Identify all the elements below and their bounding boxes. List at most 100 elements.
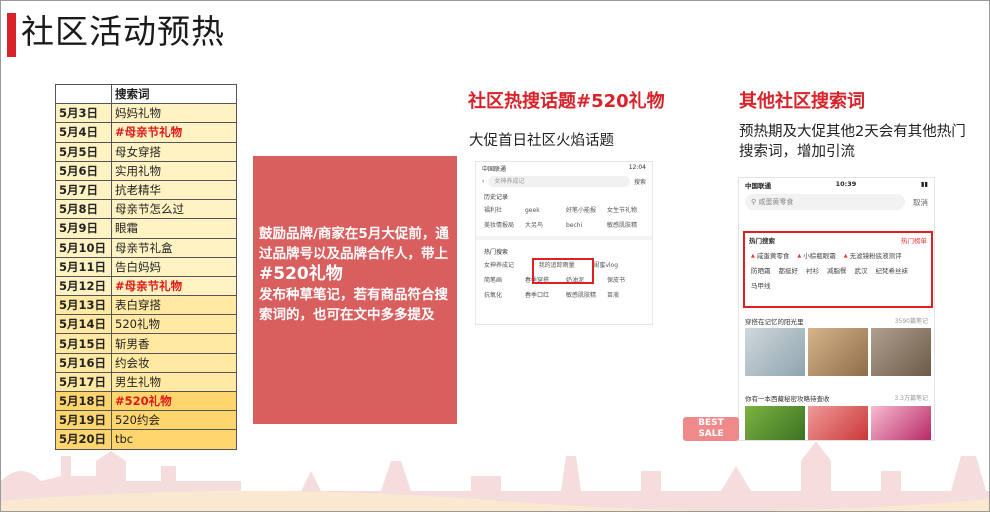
- back-icon[interactable]: ‹: [482, 178, 484, 185]
- keyword-cell: 实用礼物: [111, 160, 237, 181]
- table-row: 5月14日 520礼物: [55, 314, 237, 335]
- hot-search-label: 热门搜索: [749, 237, 775, 245]
- thumbnail-image[interactable]: [745, 406, 805, 440]
- hot-search-tag[interactable]: 都挺好: [779, 265, 799, 275]
- hot-item[interactable]: 女神养成记: [484, 260, 535, 271]
- history-item[interactable]: bechi: [566, 220, 603, 231]
- hot-item[interactable]: 保皮书: [607, 275, 644, 286]
- other-search-desc: 预热期及大促其他2天会有其他热门搜索词，增加引流: [739, 124, 966, 160]
- history-item[interactable]: 福利社: [484, 205, 521, 216]
- other-search-title: 其他社区搜索词: [739, 91, 865, 112]
- hot-item[interactable]: 敏感肌肤精: [566, 290, 603, 301]
- hot-search-tag[interactable]: 衬衫: [806, 265, 819, 275]
- table-row: 5月17日 男生礼物: [55, 371, 237, 393]
- keyword-cell: 母亲节怎么过: [111, 199, 237, 220]
- history-item[interactable]: geek: [525, 205, 562, 216]
- date-cell: 5月5日: [55, 141, 112, 162]
- highlight-frame: [532, 258, 594, 284]
- keyword-cell: tbc: [111, 429, 237, 450]
- keyword-table-body: 5月3日 妈妈礼物 5月4日 #母亲节礼物 5月5日 母女穿搭 5月6日 实用礼物 5月7日 抗老…: [55, 103, 237, 450]
- date-cell: 5月11日: [55, 256, 112, 277]
- phone-status-bar: 中国联通 12:04: [476, 162, 652, 174]
- keyword-cell: 约会妆: [111, 352, 237, 373]
- date-cell: 5月7日: [55, 179, 112, 201]
- cancel-button[interactable]: 取消: [913, 197, 928, 208]
- section-heading-1: 穿搭在记忆的阳光里: [745, 318, 804, 326]
- promo-text-box: 鼓励品牌/商家在5月大促前，通过品牌号以及品牌合作人，带上#520礼物 发布种草…: [253, 156, 457, 424]
- history-item[interactable]: 女生节礼物: [607, 205, 644, 216]
- history-item[interactable]: 好笔小能报: [566, 205, 603, 216]
- thumbnail-image[interactable]: [808, 406, 868, 440]
- date-cell: 5月3日: [55, 103, 112, 124]
- date-cell: 5月20日: [55, 429, 112, 450]
- best-sale-badge: BEST SALE: [683, 417, 739, 441]
- promo-line-2: 发布种草笔记，若有商品符合搜索词的，也可在文中多多提及: [259, 287, 448, 323]
- date-cell: 5月18日: [55, 390, 112, 412]
- keyword-cell: 男生礼物: [111, 371, 237, 393]
- badge-line-2: SALE: [698, 429, 724, 439]
- thumbnail-image[interactable]: [871, 328, 931, 376]
- search-icon: ⚲: [751, 198, 757, 206]
- hot-item[interactable]: 苗液: [607, 290, 644, 301]
- phone-search-button[interactable]: 搜索: [634, 177, 646, 186]
- keyword-cell: 妈妈礼物: [111, 103, 237, 124]
- section-heading-2: 你有一本西藏秘密攻略待查收: [745, 395, 830, 403]
- table-row: 5月7日 抗老精华: [55, 179, 237, 201]
- date-cell: 5月6日: [55, 160, 112, 181]
- date-cell: 5月14日: [55, 314, 112, 335]
- history-item[interactable]: 美妆情报局: [484, 220, 521, 231]
- hot-item[interactable]: 春季口红: [525, 290, 562, 301]
- hot-search-tag[interactable]: 马甲线: [751, 280, 771, 290]
- keyword-table: 搜索词 5月3日 妈妈礼物 5月4日 #母亲节礼物 5月5日 母女穿搭 5月6日 实用礼物 5月…: [55, 83, 237, 450]
- thumbnail-image[interactable]: [745, 328, 805, 376]
- hot-topic-desc: 大促首日社区火焰话题: [469, 133, 614, 149]
- hot-rank-link[interactable]: 热门榜单: [901, 235, 927, 245]
- table-row: 5月15日 斩男香: [55, 333, 237, 354]
- hot-search-tag[interactable]: 纪梵希丝袜: [876, 265, 909, 275]
- table-row: 5月6日 实用礼物: [55, 160, 237, 181]
- section-count-2: 3.3万篇笔记: [894, 395, 928, 402]
- hot-search-tag[interactable]: 防晒霜: [751, 265, 771, 275]
- hot-item[interactable]: 抗氧化: [484, 290, 521, 301]
- phone-search-input[interactable]: ⚲ 咸蛋黄零食: [745, 194, 905, 210]
- date-cell: 5月4日: [55, 122, 112, 143]
- phone-status-bar: 中国联通 10:39 ▮▮: [739, 178, 934, 190]
- hot-search-tag[interactable]: 小棕瓶眼霜: [797, 250, 836, 260]
- thumbnail-image[interactable]: [871, 406, 931, 440]
- keyword-cell: 表白穿搭: [111, 295, 237, 316]
- thumbnail-image[interactable]: [808, 328, 868, 376]
- hot-item[interactable]: 简笔画: [484, 275, 521, 286]
- image-row-2: [745, 406, 931, 440]
- hot-row-3: 抗氧化 春季口红 敏感肌肤精 苗液: [476, 288, 652, 303]
- hot-search-tag[interactable]: 咸蛋黄零食: [751, 250, 790, 260]
- history-row-1: 福利社 geek 好笔小能报 女生节礼物: [476, 203, 652, 218]
- badge-line-1: BEST: [698, 418, 724, 428]
- history-row-2: 美妆情报局 大另鸟 bechi 敏感肌肤精: [476, 218, 652, 233]
- keyword-cell: #母亲节礼物: [111, 122, 237, 143]
- keyword-cell: 眼霜: [111, 218, 237, 239]
- hot-search-tag[interactable]: 减脂餐: [827, 265, 847, 275]
- table-row: 5月12日 #母亲节礼物: [55, 275, 237, 297]
- history-label: 历史记录: [484, 194, 509, 201]
- table-row: 5月13日 表白穿搭: [55, 295, 237, 316]
- keyword-cell: 抗老精华: [111, 179, 237, 201]
- hot-search-tag[interactable]: 武汉: [855, 265, 868, 275]
- history-item[interactable]: 大另鸟: [525, 220, 562, 231]
- phone-search-bar: ⚲ 咸蛋黄零食 取消: [739, 190, 934, 214]
- hot-item[interactable]: 闺蜜vlog: [593, 260, 644, 271]
- keyword-cell: 520礼物: [111, 314, 237, 335]
- promo-tag: #520礼物: [259, 264, 343, 284]
- date-cell: 5月15日: [55, 333, 112, 354]
- table-row: 5月3日 妈妈礼物: [55, 103, 237, 124]
- hot-search-tags: 咸蛋黄零食小棕瓶眼霜无滤镜粉底液测评防晒霜都挺好衬衫减脂餐武汉纪梵希丝袜马甲线: [745, 247, 931, 293]
- table-row: 5月16日 约会妆: [55, 352, 237, 373]
- keyword-cell: 母亲节礼盒: [111, 237, 237, 258]
- phone-search-bar: ‹ 女神养成记 搜索: [476, 174, 652, 188]
- hot-search-tag[interactable]: 无滤镜粉底液测评: [844, 250, 902, 260]
- keyword-cell: 告白妈妈: [111, 256, 237, 277]
- time-label: 12:04: [628, 164, 646, 171]
- phone-search-input[interactable]: 女神养成记: [488, 175, 630, 187]
- history-item[interactable]: 敏感肌肤精: [607, 220, 644, 231]
- hot-search-label: 热门搜索: [484, 249, 509, 256]
- table-row: 5月10日 母亲节礼盒: [55, 237, 237, 258]
